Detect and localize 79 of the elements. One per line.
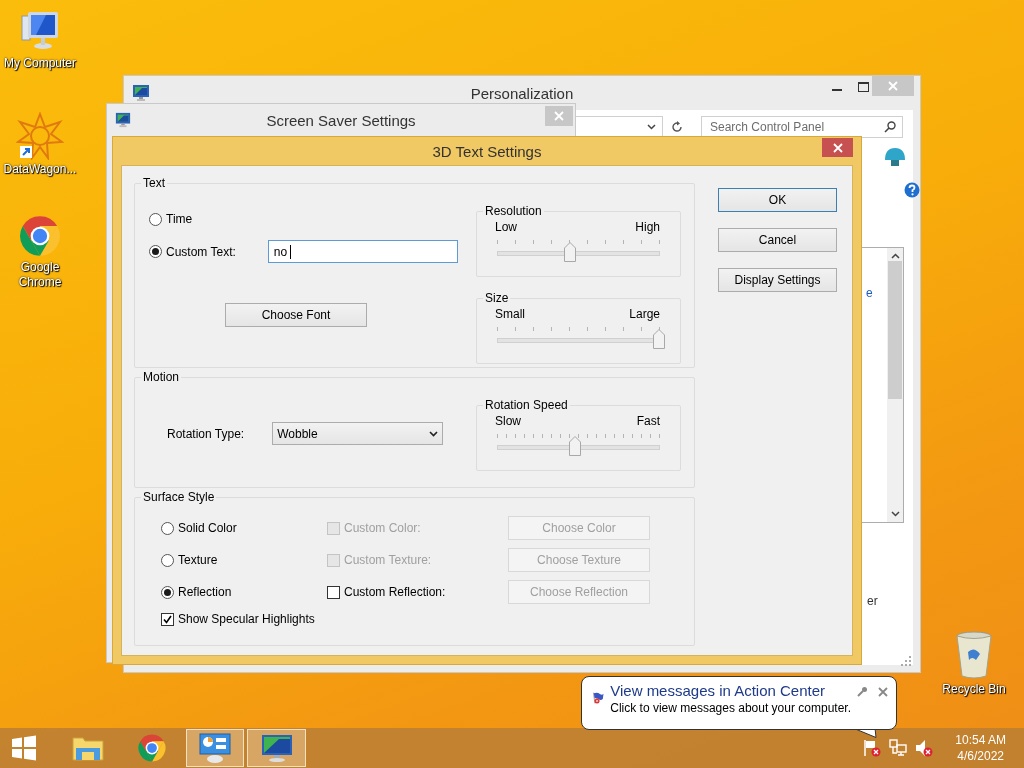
taskbar-button[interactable] [247, 729, 306, 767]
dialog-button[interactable]: OK [718, 188, 837, 212]
group-label: Resolution [484, 204, 543, 218]
refresh-icon[interactable] [671, 121, 683, 133]
option-label: Texture [178, 553, 218, 567]
radio-button[interactable] [161, 585, 174, 599]
control-panel-icon [198, 733, 232, 763]
slider-thumb[interactable] [564, 242, 577, 262]
slider-min-label: Slow [495, 414, 521, 428]
option-label: Reflection [178, 585, 232, 599]
notification-message: Click to view messages about your computer. [610, 701, 851, 715]
slider-min-label: Small [495, 307, 525, 321]
dialog-button[interactable]: Cancel [718, 228, 837, 252]
choose-font-button[interactable]: Choose Font [225, 303, 367, 327]
dialog-button[interactable]: Display Settings [718, 268, 837, 292]
scrollbar[interactable] [887, 248, 903, 522]
radio-button[interactable] [161, 553, 174, 567]
chevron-down-icon [890, 511, 900, 517]
radio-button[interactable] [161, 521, 174, 535]
slider-thumb[interactable] [569, 436, 582, 456]
close-icon [832, 142, 843, 153]
windows-logo-icon [11, 735, 37, 761]
monitor-icon [132, 84, 150, 102]
notification-title: View messages in Action Center [610, 681, 827, 701]
field-label: Rotation Type: [167, 426, 245, 441]
clock[interactable]: 10:54 AM 4/6/2022 [955, 732, 1006, 764]
checkbox-label: Show Specular Highlights [178, 612, 315, 626]
folder-icon [72, 734, 104, 762]
taskbar-button[interactable] [186, 729, 244, 767]
text: er [867, 594, 878, 608]
slider-max-label: Large [629, 307, 660, 321]
option-label: Time [166, 212, 193, 226]
monitor-icon [115, 112, 131, 128]
window-title: Screen Saver Settings [266, 111, 416, 129]
checkbox-label: Custom Color: [344, 521, 421, 535]
slider-max-label: Fast [636, 414, 660, 428]
link-text[interactable]: e [866, 286, 873, 300]
input-field[interactable]: no [267, 240, 458, 263]
option-label: Solid Color [178, 521, 237, 535]
group-label: Motion [142, 370, 181, 384]
maximize-icon[interactable] [857, 82, 869, 92]
slider-min-label: Low [495, 220, 517, 234]
shell-icon[interactable] [883, 146, 907, 168]
speaker-icon[interactable] [915, 739, 934, 757]
notification-balloon[interactable]: View messages in Action Center Click to view messages about your computer. [581, 676, 897, 730]
close-icon [554, 111, 564, 121]
group-label: Rotation Speed [484, 398, 569, 412]
window-title: Personalization [470, 84, 574, 102]
help-icon[interactable] [904, 182, 920, 198]
flag-icon[interactable] [863, 739, 882, 757]
option-label: Custom Text: [166, 244, 236, 259]
wrench-icon[interactable] [857, 686, 868, 697]
slider-max-label: High [635, 220, 660, 234]
checkbox-label: Custom Texture: [344, 553, 432, 567]
group-label: Size [484, 291, 510, 305]
chevron-down-icon [647, 124, 656, 130]
group-label: Text [142, 176, 166, 190]
group-label: Surface Style [142, 490, 216, 504]
close-icon [878, 686, 888, 697]
chevron-down-icon [429, 430, 439, 437]
dropdown[interactable]: Wobble [272, 422, 444, 445]
star-icon [16, 112, 64, 160]
recycle-bin-icon [954, 630, 994, 680]
radio-button[interactable] [149, 245, 162, 258]
monitor-icon [260, 733, 293, 763]
resize-grip-icon[interactable] [901, 656, 911, 666]
checkbox[interactable] [327, 585, 340, 599]
checkbox[interactable] [161, 612, 174, 626]
checkbox-label: Custom Reflection: [344, 585, 446, 599]
dialog-title: 3D Text Settings [432, 142, 542, 160]
close-button[interactable] [822, 138, 853, 157]
network-icon[interactable] [889, 739, 908, 757]
close-icon [888, 81, 898, 91]
chrome-icon [18, 214, 62, 258]
radio-button[interactable] [149, 212, 162, 226]
slider-thumb[interactable] [653, 329, 665, 349]
chrome-icon [137, 733, 167, 763]
search-icon [884, 121, 896, 133]
chevron-up-icon [890, 253, 900, 259]
